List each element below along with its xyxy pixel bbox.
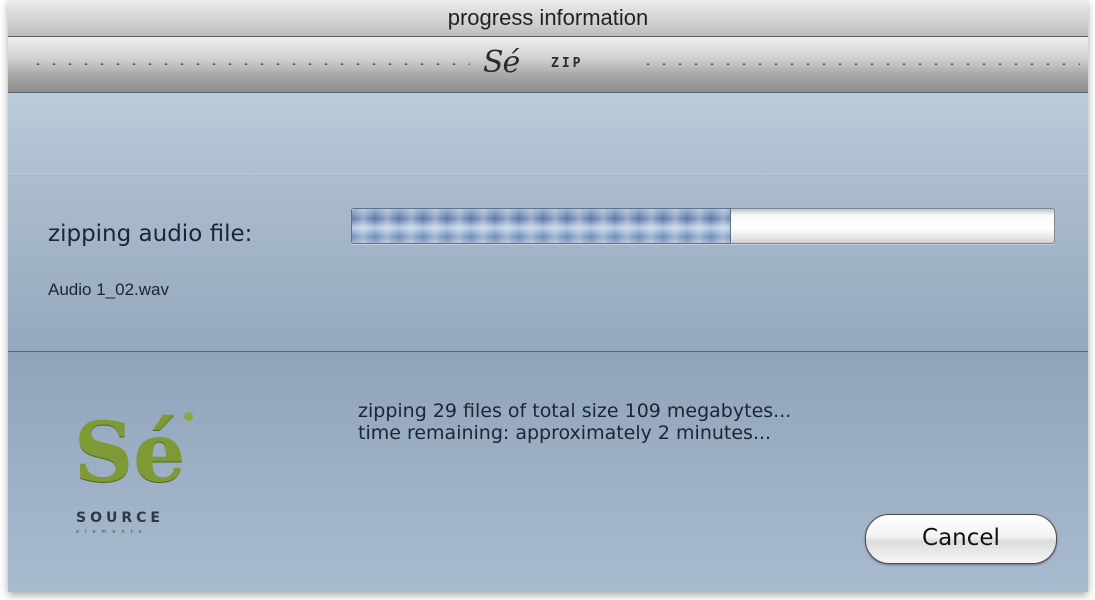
progress-bar xyxy=(351,208,1055,244)
status-time-remaining: time remaining: approximately 2 minutes.… xyxy=(358,422,772,444)
task-label: zipping audio file: xyxy=(48,221,253,247)
brand-bar: Sé ZIP xyxy=(8,37,1088,93)
dotted-divider-left xyxy=(30,63,470,65)
logo-wordmark: SOURCE xyxy=(76,510,164,526)
current-file-name: Audio 1_02.wav xyxy=(48,280,169,299)
progress-panel: zipping audio file: Audio 1_02.wav xyxy=(8,93,1088,352)
dotted-divider-right xyxy=(640,63,1080,65)
progress-window: progress information Sé ZIP zipping audi… xyxy=(8,0,1088,592)
app-name: ZIP xyxy=(551,56,584,71)
progress-bar-fill xyxy=(351,208,732,244)
logo-mark-icon: Sé xyxy=(74,405,186,501)
source-elements-logo: Sé SOURCE elements xyxy=(66,412,206,537)
title-bar[interactable]: progress information xyxy=(8,0,1088,37)
status-panel: Sé SOURCE elements zipping 29 files of t… xyxy=(8,352,1088,592)
brand-logo-icon: Sé xyxy=(483,45,520,80)
logo-dot xyxy=(184,412,193,421)
status-files-summary: zipping 29 files of total size 109 megab… xyxy=(358,400,792,422)
window-title: progress information xyxy=(447,5,649,30)
logo-subtitle: elements xyxy=(76,529,148,535)
cancel-button[interactable]: Cancel xyxy=(865,514,1057,564)
